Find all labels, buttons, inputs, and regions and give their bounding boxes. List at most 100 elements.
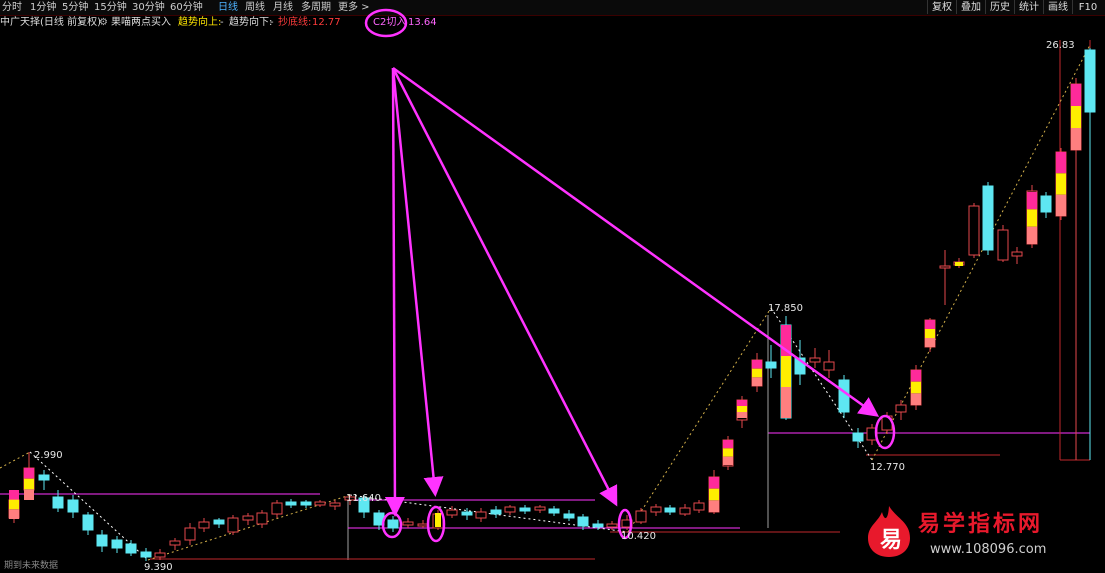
signal-marker [1027,209,1037,227]
signal-marker [911,381,921,394]
candle-body [519,507,531,512]
candle-body [968,205,980,256]
candle-body [823,361,835,371]
price-label-17850: 17.850 [768,303,803,314]
watermark-url: www.108096.com [930,542,1047,557]
signal-marker [781,356,791,387]
zigzag-line [627,307,772,533]
signal-marker [9,499,19,510]
watermark: 易 易学指标网 www.108096.com [860,500,1105,573]
price-label-11640: 11.640 [346,493,381,504]
signal-marker [752,377,762,386]
signal-marker [911,370,921,382]
candle-body [140,551,152,558]
candle-body [504,506,516,513]
signal-marker [24,489,34,500]
candle-body [534,506,546,511]
signal-marker [752,360,762,369]
signal-marker [723,440,733,449]
candle-body [387,519,399,529]
signal-marker [925,320,935,329]
signal-marker [9,509,19,519]
candle-body [154,552,166,558]
price-label-12770: 12.770 [870,462,905,473]
candle-body [111,539,123,549]
candle-body [417,523,429,527]
candle-body [475,511,487,519]
candle-body [285,501,297,506]
signal-marker [925,329,935,338]
candle-body [650,506,662,513]
candle-body [198,521,210,529]
signal-marker [911,393,921,405]
candle-body [1084,49,1096,113]
signal-marker [723,456,733,465]
logo-char: 易 [880,528,903,553]
candle-body [809,357,821,363]
candle-body [635,510,647,523]
signal-marker [24,468,34,479]
kline-chart[interactable] [0,0,1105,573]
signal-marker [1056,152,1066,174]
annotation-arrow [391,67,444,497]
signal-marker [1056,173,1066,195]
candle-body [1040,195,1052,213]
candle-body [1011,251,1023,257]
candle-body [38,474,50,481]
signal-marker [1071,106,1081,128]
candle-body [852,432,864,442]
signal-marker [1071,128,1081,150]
candle-body [548,508,560,514]
candle-body [256,512,268,525]
annotation-circle [364,8,408,38]
signal-marker [737,406,747,412]
signal-marker [709,500,719,512]
signal-marker [781,387,791,418]
candle-body [402,521,414,526]
candle-body [693,502,705,511]
candle-body [329,502,341,507]
candle-body [461,511,473,516]
price-label-9390: 9.390 [144,562,173,573]
candle-body [895,404,907,413]
signal-marker [435,513,441,527]
signal-marker [709,488,719,501]
candle-body [314,501,326,506]
price-label-2683: 26.83 [1046,40,1075,51]
candle-body [96,534,108,547]
signal-marker [24,478,34,490]
candle-body [184,527,196,541]
candle-body [82,514,94,531]
candle-body [939,265,951,269]
annotation-arrow [391,67,618,507]
future-data-note: 期到未来数据 [4,561,59,571]
candle-body [52,496,64,509]
annotation-arrow [392,66,880,417]
price-label-10420: 10.420 [621,531,656,542]
signal-marker [955,262,963,266]
candle-body [982,185,994,251]
candle-body [227,517,239,533]
candle-body [765,361,777,369]
signal-marker [9,490,19,500]
zigzag-line [871,44,1091,461]
zigzag-line [0,451,31,469]
candle-body [67,499,79,513]
signal-marker [723,448,733,457]
candle-body [446,509,458,516]
signal-marker [709,477,719,489]
candle-body [300,501,312,506]
candle-body [563,513,575,519]
signal-marker [925,338,935,347]
annotation-arrow [384,67,405,517]
candle-body [213,519,225,525]
signal-marker [737,400,747,406]
signal-marker [1027,226,1037,244]
candle-body [242,515,254,521]
signal-marker [1071,84,1081,106]
candle-body [997,229,1009,261]
candle-body [664,507,676,513]
candle-body [125,543,137,554]
candle-body [271,502,283,515]
candle-body [490,509,502,515]
